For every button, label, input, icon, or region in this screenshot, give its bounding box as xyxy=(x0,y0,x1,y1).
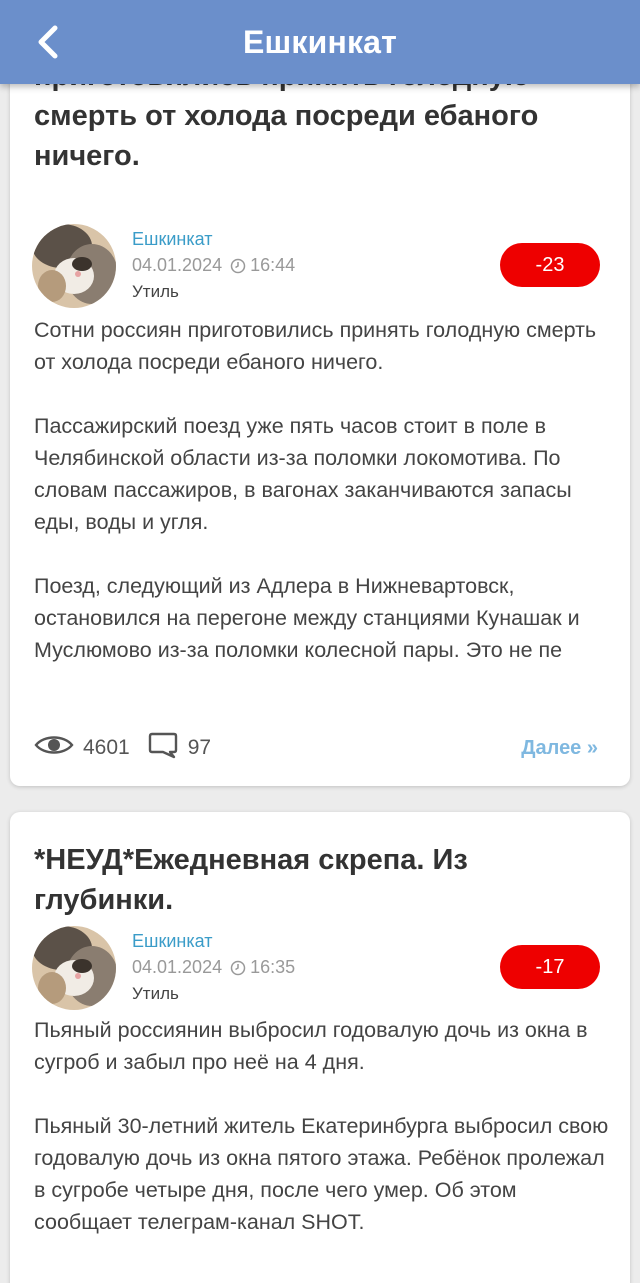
post-category[interactable]: Утиль xyxy=(132,282,179,302)
post-time: 16:35 xyxy=(250,957,296,977)
author-name[interactable]: Ешкинкат xyxy=(132,229,212,250)
post-paragraph: Пассажирский поезд уже пять часов стоит … xyxy=(34,414,572,534)
post-meta: Ешкинкат 04.01.2024 16:35 Утиль -17 xyxy=(32,926,600,1012)
read-more-link[interactable]: Далее » xyxy=(521,737,598,760)
comment-icon xyxy=(148,731,178,765)
back-button[interactable] xyxy=(30,22,66,62)
post-paragraph: Поезд, следующий из Адлера в Нижневартов… xyxy=(34,574,580,662)
chevron-left-icon xyxy=(38,25,58,59)
post-title[interactable]: *НЕУД*Ежедневная скрепа. Из глубинки. xyxy=(34,840,610,920)
post-category[interactable]: Утиль xyxy=(132,984,179,1004)
post-datetime: 04.01.2024 16:35 xyxy=(132,957,295,978)
comments-count: 97 xyxy=(187,736,212,759)
post-paragraph: Пьяный 30-летний житель Екатеринбурга вы… xyxy=(34,1114,609,1234)
rating-badge: -17 xyxy=(500,945,600,989)
avatar[interactable] xyxy=(32,224,116,308)
avatar[interactable] xyxy=(32,926,116,1010)
app-title: Ешкинкат xyxy=(242,23,398,60)
post-body: Сотни россиян приготовились принять голо… xyxy=(34,314,612,698)
post-card[interactable]: *НЕУД*Ежедневная скрепа. Из глубинки. Еш… xyxy=(10,812,630,1283)
post-date: 04.01.2024 xyxy=(132,255,223,275)
clock-icon xyxy=(230,258,246,274)
post-date: 04.01.2024 xyxy=(132,957,223,977)
views-stat: 4601 xyxy=(34,732,130,764)
post-meta: Ешкинкат 04.01.2024 16:44 Утиль -23 xyxy=(32,224,600,310)
author-name[interactable]: Ешкинкат xyxy=(132,931,212,952)
views-count: 4601 xyxy=(83,736,130,759)
post-paragraph: Сотни россиян приготовились принять голо… xyxy=(34,318,597,374)
app-header: Ешкинкат xyxy=(0,0,640,84)
comments-stat[interactable]: 97 xyxy=(148,731,211,765)
post-time: 16:44 xyxy=(250,255,296,275)
post-body: Пьяный россиянин выбросил годовалую дочь… xyxy=(34,1014,612,1270)
eye-icon xyxy=(34,732,74,764)
post-paragraph: Пьяный россиянин выбросил годовалую дочь… xyxy=(34,1018,588,1074)
clock-icon xyxy=(230,960,246,976)
post-stats: 4601 97 Далее » xyxy=(34,728,598,768)
post-datetime: 04.01.2024 16:44 xyxy=(132,255,295,276)
post-card[interactable]: приготовились принять голодную смерть от… xyxy=(10,40,630,786)
rating-badge: -23 xyxy=(500,243,600,287)
